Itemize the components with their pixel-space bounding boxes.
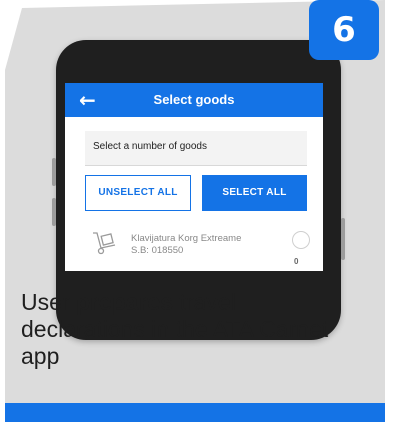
- phone-side-button: [52, 198, 56, 226]
- hand-truck-icon: [93, 232, 116, 255]
- item-serial: S.B: 018550: [131, 245, 184, 256]
- item-select-circle[interactable]: [292, 231, 310, 249]
- caption-bold: prepares: [75, 289, 174, 315]
- app-bar: ← Select goods: [65, 83, 323, 117]
- phone-screen: ← Select goods Select a number of goods …: [65, 83, 323, 271]
- unselect-all-button[interactable]: UNSELECT ALL: [85, 175, 191, 211]
- select-all-button[interactable]: SELECT ALL: [202, 175, 307, 211]
- phone-side-button: [52, 158, 56, 186]
- app-bar-title: Select goods: [153, 92, 235, 107]
- caption-text: User: [21, 289, 76, 315]
- goods-count-field[interactable]: Select a number of goods: [85, 131, 307, 166]
- list-item[interactable]: Klavijatura Korg Extreame S.B: 018550 0: [85, 223, 315, 271]
- item-name: Klavijatura Korg Extreame: [131, 233, 242, 244]
- item-quantity: 0: [294, 257, 299, 266]
- phone-side-button: [341, 218, 345, 260]
- caption: User prepares travel declarations in the…: [21, 289, 351, 370]
- step-badge: 6: [309, 0, 379, 60]
- goods-count-label: Select a number of goods: [93, 141, 207, 152]
- bottom-accent-bar: [5, 403, 385, 422]
